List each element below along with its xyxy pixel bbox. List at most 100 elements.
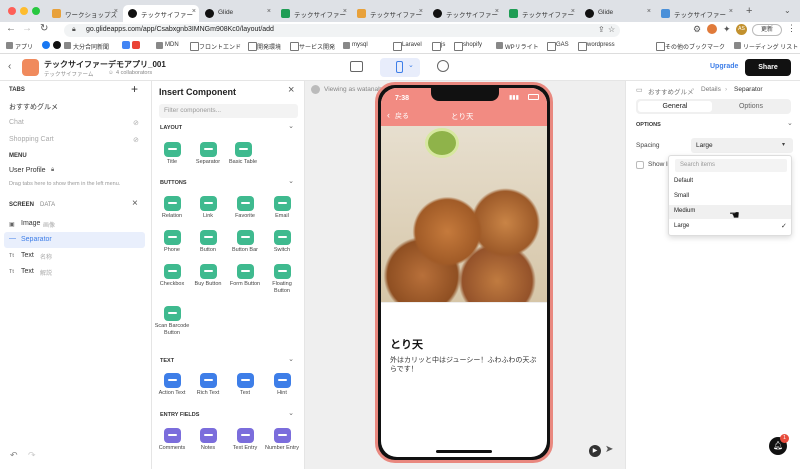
tab-item[interactable]: Shopping Cart (9, 136, 54, 143)
component-text[interactable]: Text (227, 373, 263, 397)
text-category[interactable]: TEXT (160, 358, 174, 364)
bookmark-folder[interactable]: wordpress (578, 42, 615, 51)
component-row[interactable]: Tt Text 名称 (0, 249, 151, 265)
component-title[interactable]: Title (154, 142, 190, 166)
bookmark-folder[interactable]: GAS (547, 42, 569, 51)
option-small[interactable]: Small (669, 190, 791, 204)
bookmark-item[interactable]: WPリライト (496, 42, 539, 51)
notification-button[interactable]: 🔔︎ 1 (769, 434, 789, 455)
chevron-left-icon[interactable]: ‹ (8, 61, 11, 72)
add-tab-icon[interactable]: + (131, 82, 138, 96)
option-large[interactable]: Large (669, 220, 791, 234)
component-checkbox[interactable]: Checkbox (154, 264, 190, 288)
component-floating-button[interactable]: Floating Button (264, 264, 300, 295)
bookmark-item[interactable]: mysql (343, 42, 368, 49)
close-icon[interactable]: × (288, 84, 294, 96)
reload-icon[interactable]: ↻ (40, 23, 48, 34)
component-email[interactable]: Email (264, 196, 300, 220)
screen-tab[interactable]: SCREEN (9, 202, 34, 208)
tab-item[interactable]: Chat (9, 119, 24, 126)
bookmark-item[interactable]: リーディング リスト (734, 42, 798, 51)
browser-tab[interactable]: テックサイファー × (428, 5, 502, 22)
chevron-down-icon[interactable]: ⌄ (288, 409, 294, 417)
facebook-icon[interactable] (42, 41, 50, 49)
table-view-icon[interactable] (350, 61, 363, 72)
gmail-icon[interactable] (132, 41, 140, 49)
share-icon[interactable]: ⇪ (598, 25, 605, 34)
spacing-select[interactable]: Large ▾ (691, 138, 793, 153)
browser-tab[interactable]: Glide × (580, 5, 654, 22)
bookmark-folder[interactable]: Laravel (393, 42, 422, 51)
component-switch[interactable]: Switch (264, 230, 300, 254)
extension-icon[interactable]: ⚙ (693, 24, 701, 35)
bookmark-folder[interactable]: js (432, 42, 445, 51)
component-row[interactable]: ▣ Image 画像 (0, 217, 151, 233)
component-scan-barcode[interactable]: Scan Barcode Button (154, 306, 190, 337)
browser-tab[interactable]: テックサイファー × (352, 5, 426, 22)
new-tab-icon[interactable]: + (746, 5, 752, 17)
bookmark-item[interactable]: MDN (156, 42, 179, 49)
chevron-down-icon[interactable]: ⌄ (288, 177, 294, 185)
maximize-window-dot[interactable] (32, 7, 40, 15)
component-phone[interactable]: Phone (154, 230, 190, 254)
hidden-eye-icon[interactable]: ⊘ (133, 136, 139, 144)
chevron-down-icon[interactable]: ⌄ (787, 119, 793, 127)
bookmark-item[interactable]: アプリ (6, 42, 33, 51)
show-checkbox[interactable] (636, 161, 644, 169)
back-icon[interactable]: ← (6, 23, 16, 34)
pointer-icon[interactable]: ➤ (605, 444, 613, 455)
layout-category[interactable]: LAYOUT (160, 125, 182, 131)
browser-tab[interactable]: Glide × (200, 5, 274, 22)
tab-general[interactable]: General (638, 101, 712, 112)
breadcrumb-item[interactable]: おすすめグルメ (648, 86, 694, 96)
chevron-down-icon[interactable]: ⌄ (288, 122, 294, 130)
bookmark-folder[interactable]: 開発環境 (248, 42, 281, 51)
component-rich-text[interactable]: Rich Text (190, 373, 226, 397)
search-items-input[interactable]: Search items (675, 159, 787, 172)
update-button[interactable]: 更新 (752, 24, 782, 36)
close-window-dot[interactable] (8, 7, 16, 15)
share-button[interactable]: Share (745, 59, 791, 76)
star-icon[interactable]: ☆ (608, 25, 615, 34)
tab-item[interactable]: おすすめグルメ (9, 102, 58, 112)
component-button-bar[interactable]: Button Bar (227, 230, 263, 254)
component-separator[interactable]: Separator (190, 142, 226, 166)
app-name[interactable]: テックサイファーデモアプリ_001 (44, 59, 166, 70)
browser-tab-active[interactable]: テックサイファー × (123, 5, 199, 22)
browser-tab[interactable]: ワークショップス × (47, 5, 121, 22)
play-icon[interactable]: ▶ (589, 445, 601, 457)
component-button[interactable]: Button (190, 230, 226, 254)
settings-icon[interactable] (437, 60, 449, 72)
component-comments[interactable]: Comments (154, 428, 190, 452)
puzzle-icon[interactable]: ✦ (723, 24, 731, 35)
back-arrow-icon[interactable]: ‹ (387, 110, 390, 120)
data-tab[interactable]: DATA (40, 202, 55, 208)
url-bar[interactable]: 🔒︎ go.glideapps.com/app/Csabxgnb3IMNGm90… (64, 24, 620, 37)
component-row-selected[interactable]: — Separator (4, 232, 145, 248)
entry-fields-category[interactable]: ENTRY FIELDS (160, 412, 199, 418)
extension-icon[interactable] (707, 24, 717, 34)
kebab-menu-icon[interactable]: ⋮ (787, 23, 796, 34)
profile-avatar[interactable]: AS (736, 24, 747, 35)
component-form-button[interactable]: Form Button (227, 264, 263, 288)
component-relation[interactable]: Relation (154, 196, 190, 220)
buttons-category[interactable]: BUTTONS (160, 180, 186, 186)
bookmark-folder[interactable]: shopify (454, 42, 482, 51)
forward-icon[interactable]: → (22, 23, 32, 34)
component-action-text[interactable]: Action Text (154, 373, 190, 397)
close-icon[interactable]: × (132, 198, 138, 209)
component-text-entry[interactable]: Text Entry (227, 428, 263, 452)
upgrade-link[interactable]: Upgrade (710, 63, 738, 70)
github-icon[interactable] (53, 41, 61, 49)
chevron-down-icon[interactable]: ⌄ (288, 355, 294, 363)
redo-icon[interactable]: ↷ (28, 450, 36, 461)
menu-item[interactable]: User Profile (9, 167, 46, 174)
back-link[interactable]: 戻る (395, 111, 409, 121)
undo-icon[interactable]: ↶ (10, 450, 18, 461)
component-number-entry[interactable]: Number Entry (264, 428, 300, 452)
breadcrumb-item[interactable]: Details (701, 86, 721, 93)
browser-tab[interactable]: テックサイファー × (504, 5, 578, 22)
component-favorite[interactable]: Favorite (227, 196, 263, 220)
bookmark-folder[interactable]: その他のブックマーク (656, 42, 725, 51)
collaborators-count[interactable]: 4 collaborators (116, 70, 152, 76)
